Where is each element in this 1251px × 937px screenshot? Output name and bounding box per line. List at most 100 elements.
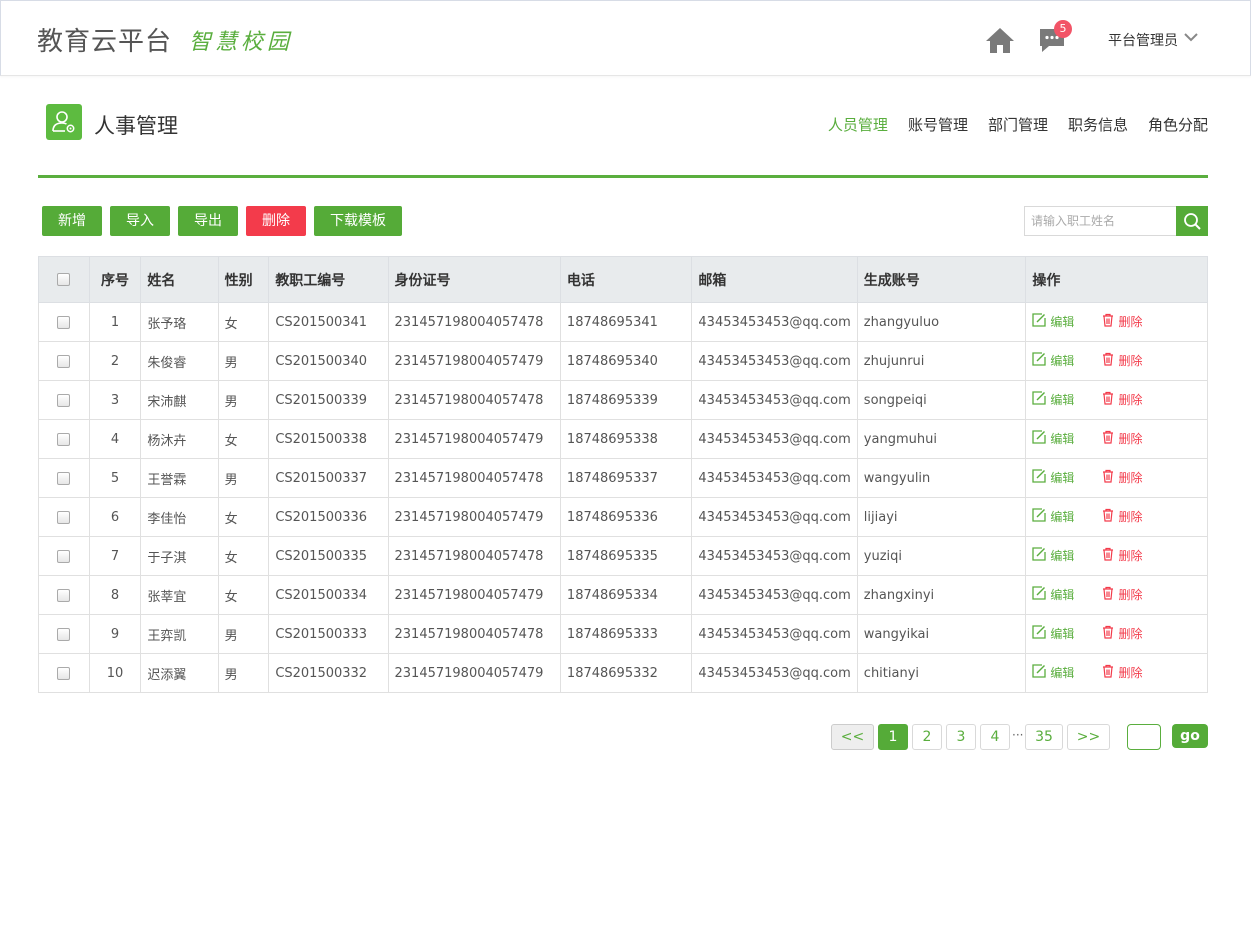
user-menu[interactable]: 平台管理员 [1108,30,1178,50]
row-checkbox[interactable] [57,666,71,680]
table-cell: 女 [217,536,270,576]
edit-action[interactable]: 编辑 [1032,352,1074,369]
column-header: 邮箱 [691,256,858,303]
table-cell: 8 [88,575,142,615]
table-cell: 18748695340 [559,341,693,381]
row-select-cell [38,458,90,498]
delete-label: 删除 [1118,588,1143,602]
edit-action[interactable]: 编辑 [1032,313,1074,330]
delete-action[interactable]: 删除 [1101,586,1143,603]
actions-cell: 编辑 删除 [1025,614,1208,654]
edit-label: 编辑 [1050,315,1075,329]
table-cell: 男 [217,653,270,693]
table-cell: 男 [217,380,270,420]
edit-label: 编辑 [1050,432,1075,446]
export-button[interactable]: 导出 [178,206,238,236]
table-cell: 1 [88,302,142,342]
delete-action[interactable]: 删除 [1101,625,1143,642]
table-cell: songpeiqi [856,380,1027,420]
row-select-cell [38,302,90,342]
pagination-ellipsis: ··· [1012,728,1024,742]
table-cell: 王弈凯 [140,614,219,654]
table-cell: wangyulin [856,458,1027,498]
delete-action[interactable]: 删除 [1101,313,1143,330]
section-tabs: 人员管理 账号管理 部门管理 职务信息 角色分配 [828,114,1208,135]
table-cell: 231457198004057479 [387,497,561,537]
tab-staff[interactable]: 人员管理 [828,114,888,135]
page-button[interactable]: 4 [980,724,1010,750]
row-checkbox[interactable] [57,354,71,368]
edit-action[interactable]: 编辑 [1032,664,1074,681]
row-checkbox[interactable] [57,549,71,563]
tab-positions[interactable]: 职务信息 [1068,114,1128,135]
trash-icon [1101,430,1115,447]
delete-button[interactable]: 删除 [246,206,306,236]
edit-action[interactable]: 编辑 [1032,469,1074,486]
delete-action[interactable]: 删除 [1101,352,1143,369]
delete-action[interactable]: 删除 [1101,391,1143,408]
delete-action[interactable]: 删除 [1101,547,1143,564]
row-select-cell [38,614,90,654]
table-cell: wangyikai [856,614,1027,654]
edit-action[interactable]: 编辑 [1032,547,1074,564]
page-button[interactable]: 1 [878,724,908,750]
trash-icon [1101,469,1115,486]
search-button[interactable] [1176,206,1208,236]
trash-icon [1101,508,1115,525]
table-cell: 男 [217,341,270,381]
tab-departments[interactable]: 部门管理 [988,114,1048,135]
delete-label: 删除 [1118,354,1143,368]
select-all-checkbox[interactable] [57,273,71,286]
table-cell: 7 [88,536,142,576]
table-cell: 231457198004057479 [387,419,561,459]
row-checkbox[interactable] [57,393,71,407]
table-cell: CS201500336 [268,497,389,537]
add-button[interactable]: 新增 [42,206,102,236]
user-settings-icon [46,104,82,140]
brand-subtitle: 智慧校园 [189,30,294,55]
select-all-cell [38,256,90,303]
edit-action[interactable]: 编辑 [1032,586,1074,603]
row-checkbox[interactable] [57,588,71,602]
prev-page-button[interactable]: << [831,724,874,750]
edit-action[interactable]: 编辑 [1032,625,1074,642]
delete-action[interactable]: 删除 [1101,508,1143,525]
search-input[interactable] [1024,206,1183,236]
table-cell: 10 [88,653,142,693]
delete-label: 删除 [1118,549,1143,563]
edit-action[interactable]: 编辑 [1032,508,1074,525]
table-body: 1 张予珞女 CS201500341 231457198004057478 187486… [38,302,1208,693]
table-cell: 18748695341 [559,302,693,342]
page-button[interactable]: 2 [912,724,942,750]
row-checkbox[interactable] [57,471,71,485]
delete-label: 删除 [1118,510,1143,524]
tab-accounts[interactable]: 账号管理 [908,114,968,135]
actions-cell: 编辑 删除 [1025,419,1208,459]
column-header: 操作 [1025,256,1208,303]
toolbar: 新增 导入 导出 删除 下载模板 [42,206,402,236]
chevron-down-icon[interactable] [1183,30,1199,44]
last-page-button[interactable]: 35 [1025,724,1063,750]
row-checkbox[interactable] [57,627,71,641]
column-header: 电话 [559,256,693,303]
edit-action[interactable]: 编辑 [1032,430,1074,447]
delete-action[interactable]: 删除 [1101,430,1143,447]
row-checkbox[interactable] [57,315,71,329]
page-button[interactable]: 3 [946,724,976,750]
next-page-button[interactable]: >> [1067,724,1110,750]
actions-cell: 编辑 删除 [1025,380,1208,420]
edit-action[interactable]: 编辑 [1032,391,1074,408]
column-header: 教职工编号 [268,256,389,303]
goto-page-input[interactable] [1127,724,1161,750]
import-button[interactable]: 导入 [110,206,170,236]
delete-action[interactable]: 删除 [1101,469,1143,486]
go-button[interactable]: go [1172,724,1208,748]
download-template-button[interactable]: 下载模板 [314,206,402,236]
edit-icon [1032,430,1047,447]
delete-action[interactable]: 删除 [1101,664,1143,681]
table-cell: CS201500337 [268,458,389,498]
row-checkbox[interactable] [57,432,71,446]
tab-roles[interactable]: 角色分配 [1148,114,1208,135]
home-icon[interactable] [984,26,1016,54]
row-checkbox[interactable] [57,510,71,524]
